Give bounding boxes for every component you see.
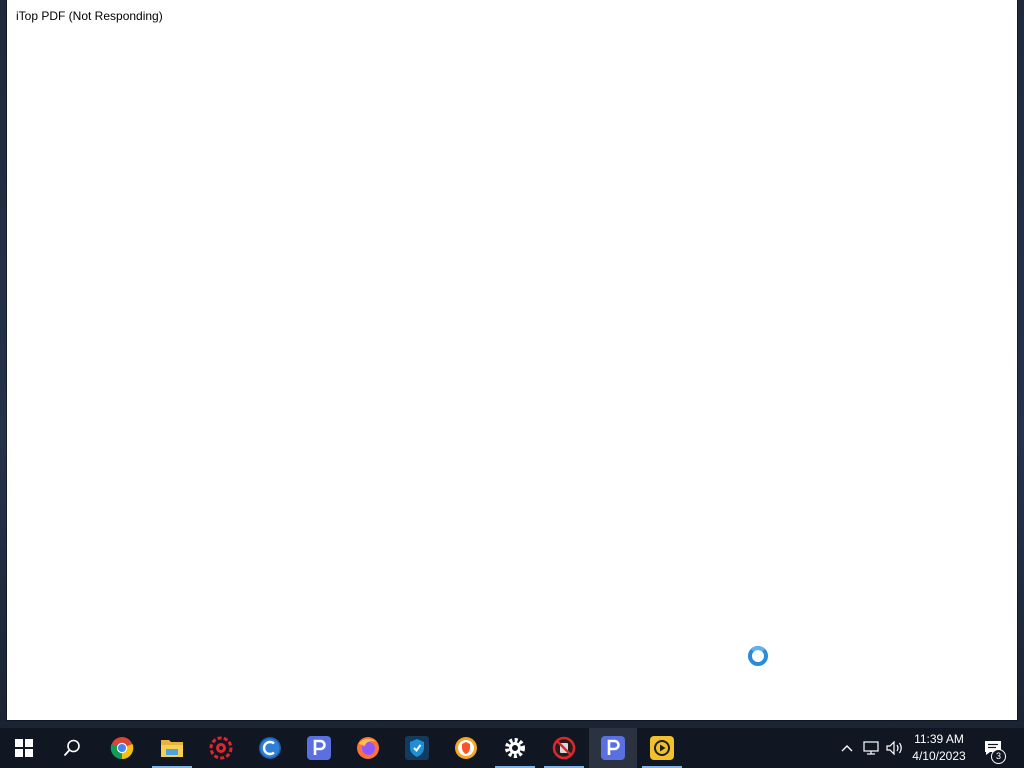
network-button[interactable] [860, 728, 882, 768]
shield-vpn-icon [405, 736, 429, 760]
chevron-up-icon [841, 745, 853, 752]
file-explorer-icon [161, 740, 183, 757]
volume-icon [886, 741, 902, 755]
taskbar-ccleaner[interactable] [246, 728, 294, 768]
taskbar-no-ads[interactable] [540, 728, 588, 768]
taskbar-itop-pdf-pinned[interactable] [295, 728, 343, 768]
start-button[interactable] [0, 728, 48, 768]
taskbar-firefox[interactable] [344, 728, 392, 768]
clock-date: 4/10/2023 [912, 749, 966, 763]
itop-screen-recorder-icon [650, 736, 674, 760]
volume-button[interactable] [884, 728, 906, 768]
show-hidden-icons-button[interactable] [836, 728, 858, 768]
taskbar: 11:39 AM 4/10/2023 3 [0, 728, 1024, 768]
taskbar-red-gear-app[interactable] [197, 728, 245, 768]
network-icon [863, 741, 879, 755]
app-window[interactable]: iTop PDF (Not Responding) [7, 0, 1017, 720]
start-icon [15, 739, 33, 757]
taskbar-itop-pdf[interactable] [589, 728, 637, 768]
window-title: iTop PDF (Not Responding) [16, 9, 163, 23]
itop-pdf-pinned-icon [307, 736, 331, 760]
taskbar-shield-vpn[interactable] [393, 728, 441, 768]
taskbar-file-explorer[interactable] [148, 728, 196, 768]
taskbar-itop-screen-recorder[interactable] [638, 728, 686, 768]
itop-pdf-icon [601, 736, 625, 760]
clock-time: 11:39 AM [914, 732, 964, 746]
firefox-icon [357, 737, 379, 759]
search-icon [63, 739, 80, 757]
loading-spinner-icon [748, 646, 768, 666]
taskbar-chrome[interactable] [98, 728, 146, 768]
notification-count-badge: 3 [991, 749, 1006, 764]
chrome-icon [110, 737, 134, 760]
red-gear-app-icon [209, 736, 233, 760]
no-ads-icon [552, 736, 576, 760]
taskbar-settings[interactable] [491, 728, 539, 768]
taskbar-brave-browser[interactable] [442, 728, 490, 768]
brave-browser-icon [455, 737, 477, 759]
ccleaner-icon [259, 737, 281, 759]
search-button[interactable] [48, 728, 96, 768]
clock[interactable]: 11:39 AM 4/10/2023 [906, 728, 972, 768]
settings-gear-icon [505, 738, 525, 758]
